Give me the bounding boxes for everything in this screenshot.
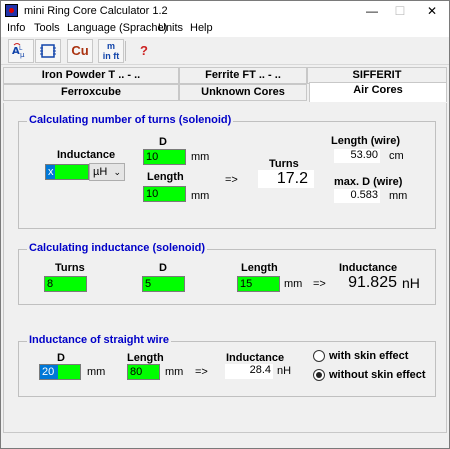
tab-air-cores[interactable]: Air Cores (309, 82, 447, 102)
length-label-2: Length (241, 262, 278, 274)
inductance-label-2: Inductance (339, 262, 398, 274)
length-unit: mm (191, 190, 210, 202)
length-input[interactable]: 10 (143, 186, 186, 202)
wire-d-unit: mm (87, 366, 106, 378)
air-cores-panel: Calculating number of turns (solenoid) I… (3, 103, 447, 433)
max-d-label: max. D (wire) (334, 176, 403, 188)
inductance-unit-select[interactable]: µH ⌄ (89, 163, 125, 181)
length-unit-2: mm (284, 278, 303, 290)
unit-conversion-icon: m in ft (102, 41, 120, 61)
core-button[interactable] (35, 39, 61, 63)
chevron-down-icon: ⌄ (113, 167, 121, 177)
inductance-group: Calculating inductance (solenoid) Turns … (18, 242, 436, 305)
menu-tools[interactable]: Tools (34, 22, 60, 34)
wire-inductance-output: 28.4 (225, 364, 273, 379)
maximize-button[interactable]: ☐ (385, 1, 415, 21)
wire-inductance-unit: nH (277, 365, 292, 377)
d-input[interactable]: 10 (143, 149, 186, 165)
copper-wire-icon: Cu (71, 43, 89, 58)
with-skin-effect-radio[interactable] (313, 350, 325, 362)
inductance-label: Inductance (57, 149, 116, 161)
help-icon: ? (140, 43, 148, 58)
arrow-text-3: => (195, 366, 208, 378)
app-icon[interactable] (5, 4, 18, 17)
resistor-formula-icon: A L μ (12, 43, 25, 59)
formula-button[interactable]: A L μ (8, 39, 34, 63)
app-window: mini Ring Core Calculator 1.2 — ☐ ✕ Info… (0, 0, 450, 449)
inductance-input[interactable]: x (45, 164, 89, 180)
wire-d-label: D (57, 352, 65, 364)
d-label-2: D (159, 262, 167, 274)
tab-ferrite[interactable]: Ferrite FT .. - .. (179, 67, 307, 84)
wire-length-unit: cm (389, 150, 404, 162)
toolbar-separator (125, 41, 126, 61)
without-skin-effect-label[interactable]: without skin effect (329, 369, 426, 381)
max-d-output: 0.583 (334, 189, 380, 203)
with-skin-effect-label[interactable]: with skin effect (329, 350, 408, 362)
close-button[interactable]: ✕ (417, 1, 447, 21)
menu-help[interactable]: Help (190, 22, 213, 34)
max-d-unit: mm (389, 190, 408, 202)
d-unit: mm (191, 151, 210, 163)
wire-group: Inductance of straight wire D 20 mm Leng… (18, 334, 436, 397)
tab-ferroxcube[interactable]: Ferroxcube (3, 84, 179, 101)
turns-group-title: Calculating number of turns (solenoid) (27, 114, 234, 126)
menu-language[interactable]: Language (Sprache) (67, 22, 167, 34)
arrow-text: => (225, 174, 238, 186)
window-title: mini Ring Core Calculator 1.2 (24, 5, 168, 17)
wire-length-unit-2: mm (165, 366, 184, 378)
wire-d-input[interactable]: 20 (39, 364, 81, 380)
length-label: Length (147, 171, 184, 183)
without-skin-effect-radio[interactable] (313, 369, 325, 381)
turns-output: 17.2 (258, 170, 314, 188)
inductance-output: 91.825 (348, 274, 397, 291)
turns-input[interactable]: 8 (44, 276, 87, 292)
core-icon (40, 44, 56, 58)
inductance-group-title: Calculating inductance (solenoid) (27, 242, 208, 254)
tab-row-2: Ferroxcube Unknown Cores Air Cores (3, 82, 447, 102)
menu-info[interactable]: Info (7, 22, 25, 34)
d-label: D (159, 136, 167, 148)
menu-units[interactable]: Units (158, 22, 183, 34)
length-input-2[interactable]: 15 (237, 276, 280, 292)
minimize-button[interactable]: — (357, 1, 387, 21)
title-bar: mini Ring Core Calculator 1.2 — ☐ ✕ (1, 1, 449, 21)
wire-length-label: Length (wire) (331, 135, 401, 147)
wire-length-input[interactable]: 80 (127, 364, 160, 380)
tab-iron-powder[interactable]: Iron Powder T .. - .. (3, 67, 179, 84)
inductance-unit: nH (402, 275, 420, 291)
menu-bar: Info Tools Language (Sprache) Units Help (1, 21, 449, 37)
wire-group-title: Inductance of straight wire (27, 334, 171, 346)
unit-conversion-button[interactable]: m in ft (98, 39, 124, 63)
wire-inductance-label: Inductance (226, 352, 285, 364)
turns-label: Turns (269, 158, 299, 170)
turns-group: Calculating number of turns (solenoid) I… (18, 114, 436, 229)
wire-length-label-2: Length (127, 352, 164, 364)
turns-label-2: Turns (55, 262, 85, 274)
help-button[interactable]: ? (131, 39, 157, 63)
copper-wire-button[interactable]: Cu (67, 39, 93, 63)
tab-unknown-cores[interactable]: Unknown Cores (179, 84, 307, 101)
d-input-2[interactable]: 5 (142, 276, 185, 292)
toolbar: A L μ Cu m in ft ? (1, 37, 449, 65)
arrow-text-2: => (313, 278, 326, 290)
svg-text:μ: μ (20, 51, 25, 59)
wire-length-output: 53.90 (334, 149, 380, 163)
